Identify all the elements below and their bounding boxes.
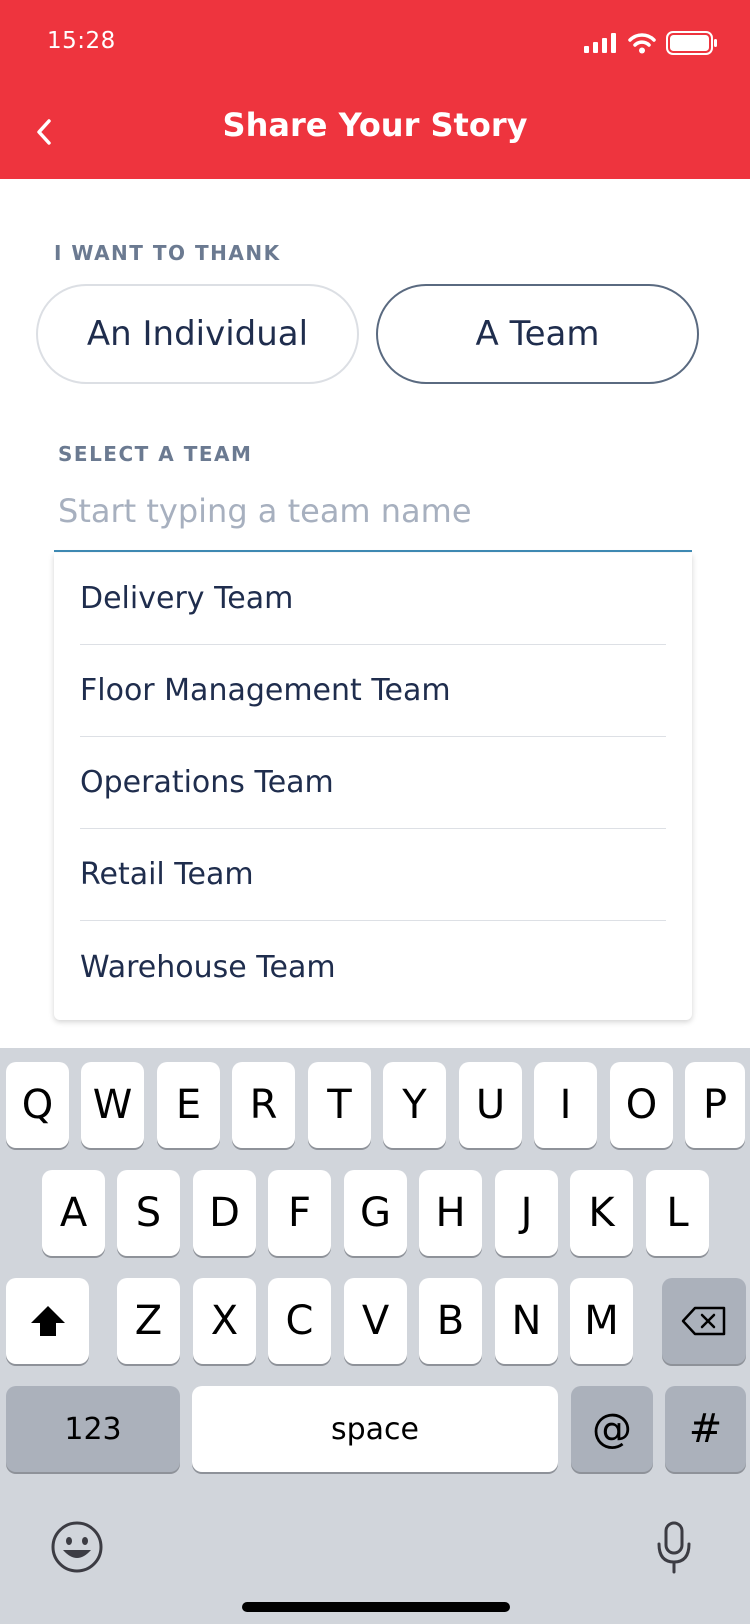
shift-key[interactable]	[6, 1278, 89, 1364]
thank-label: I WANT TO THANK	[54, 241, 281, 265]
page-title: Share Your Story	[222, 106, 528, 144]
team-suggestion-item[interactable]: Warehouse Team	[80, 921, 666, 1013]
signal-icon	[584, 33, 616, 53]
space-key[interactable]: space	[192, 1386, 558, 1472]
microphone-button[interactable]	[654, 1520, 694, 1576]
battery-icon	[666, 31, 717, 55]
key-e[interactable]: E	[157, 1062, 220, 1148]
team-search-input[interactable]	[54, 484, 692, 552]
team-suggestion-item[interactable]: Retail Team	[80, 829, 666, 921]
key-n[interactable]: N	[495, 1278, 558, 1364]
key-d[interactable]: D	[193, 1170, 256, 1256]
key-x[interactable]: X	[193, 1278, 256, 1364]
backspace-icon	[681, 1306, 726, 1336]
key-g[interactable]: G	[344, 1170, 407, 1256]
key-i[interactable]: I	[534, 1062, 597, 1148]
key-a[interactable]: A	[42, 1170, 105, 1256]
key-r[interactable]: R	[232, 1062, 295, 1148]
key-y[interactable]: Y	[383, 1062, 446, 1148]
app-header: 15:28 Share Your Story	[0, 0, 750, 179]
key-k[interactable]: K	[570, 1170, 633, 1256]
key-h[interactable]: H	[419, 1170, 482, 1256]
option-individual-button[interactable]: An Individual	[36, 284, 359, 384]
key-s[interactable]: S	[117, 1170, 180, 1256]
team-suggestion-item[interactable]: Operations Team	[80, 737, 666, 829]
home-indicator	[242, 1602, 510, 1612]
key-m[interactable]: M	[570, 1278, 633, 1364]
key-b[interactable]: B	[419, 1278, 482, 1364]
at-key[interactable]: @	[571, 1386, 653, 1472]
key-q[interactable]: Q	[6, 1062, 69, 1148]
select-team-label: SELECT A TEAM	[58, 442, 253, 466]
key-p[interactable]: P	[685, 1062, 745, 1148]
team-suggestions-dropdown: Delivery Team Floor Management Team Oper…	[54, 553, 692, 1020]
key-c[interactable]: C	[268, 1278, 331, 1364]
key-f[interactable]: F	[268, 1170, 331, 1256]
key-t[interactable]: T	[308, 1062, 371, 1148]
status-icons	[584, 30, 718, 56]
wifi-icon	[628, 33, 656, 54]
microphone-icon	[657, 1521, 691, 1574]
key-w[interactable]: W	[81, 1062, 144, 1148]
emoji-icon	[51, 1521, 103, 1573]
onscreen-keyboard: Q W E R T Y U I O P A S D F G H J K L Z …	[0, 1048, 750, 1624]
backspace-key[interactable]	[662, 1278, 746, 1364]
shift-icon	[30, 1306, 65, 1336]
numbers-key[interactable]: 123	[6, 1386, 180, 1472]
key-z[interactable]: Z	[117, 1278, 180, 1364]
option-team-button[interactable]: A Team	[376, 284, 699, 384]
team-suggestion-item[interactable]: Delivery Team	[80, 553, 666, 645]
key-u[interactable]: U	[459, 1062, 522, 1148]
hash-key[interactable]: #	[665, 1386, 746, 1472]
key-o[interactable]: O	[610, 1062, 673, 1148]
key-j[interactable]: J	[495, 1170, 558, 1256]
status-time: 15:28	[47, 28, 116, 54]
team-suggestion-item[interactable]: Floor Management Team	[80, 645, 666, 737]
key-l[interactable]: L	[646, 1170, 709, 1256]
emoji-button[interactable]	[50, 1520, 104, 1574]
key-v[interactable]: V	[344, 1278, 407, 1364]
